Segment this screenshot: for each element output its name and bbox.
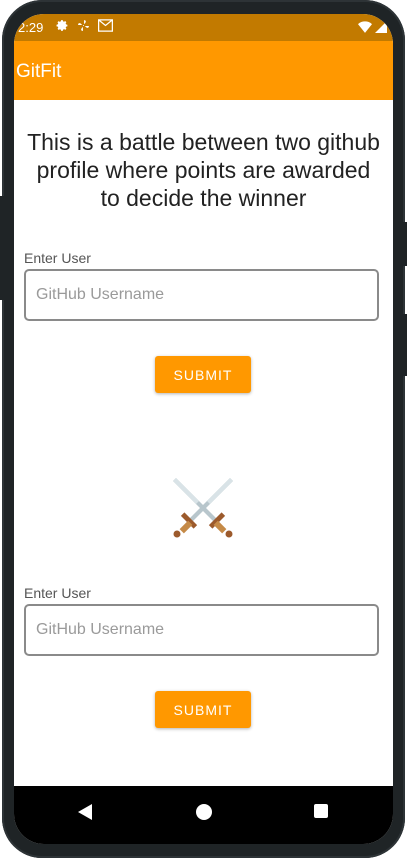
- mail-icon: [98, 19, 113, 32]
- status-icons: [56, 19, 113, 32]
- back-icon[interactable]: [78, 804, 92, 820]
- home-icon[interactable]: [196, 804, 212, 820]
- phone-device: 2:29 GitFit This is a battle between two…: [0, 0, 407, 858]
- user2-username-input[interactable]: [24, 604, 379, 656]
- phone-side-button: [0, 196, 4, 300]
- screen: 2:29 GitFit This is a battle between two…: [14, 14, 393, 844]
- user1-submit-button[interactable]: SUBMIT: [155, 356, 251, 393]
- app-bar: GitFit: [14, 41, 393, 100]
- main-content: This is a battle between two github prof…: [14, 100, 393, 786]
- crossed-swords-icon: [173, 478, 233, 538]
- user1-label: Enter User: [24, 250, 91, 266]
- wifi-icon: [358, 21, 372, 33]
- fan-icon: [78, 20, 89, 31]
- signal-icon: [375, 21, 387, 33]
- phone-power-button: [403, 314, 407, 376]
- app-title: GitFit: [16, 61, 62, 82]
- status-bar: 2:29: [14, 14, 393, 41]
- recents-icon[interactable]: [314, 804, 328, 818]
- user2-label: Enter User: [24, 585, 91, 601]
- gear-icon: [56, 20, 68, 31]
- user1-username-input[interactable]: [24, 269, 379, 321]
- intro-text: This is a battle between two github prof…: [27, 129, 380, 211]
- phone-volume-button: [403, 222, 407, 266]
- status-time: 2:29: [18, 20, 44, 35]
- status-right: [358, 21, 387, 33]
- navigation-bar: [14, 786, 393, 844]
- user2-submit-button[interactable]: SUBMIT: [155, 691, 251, 728]
